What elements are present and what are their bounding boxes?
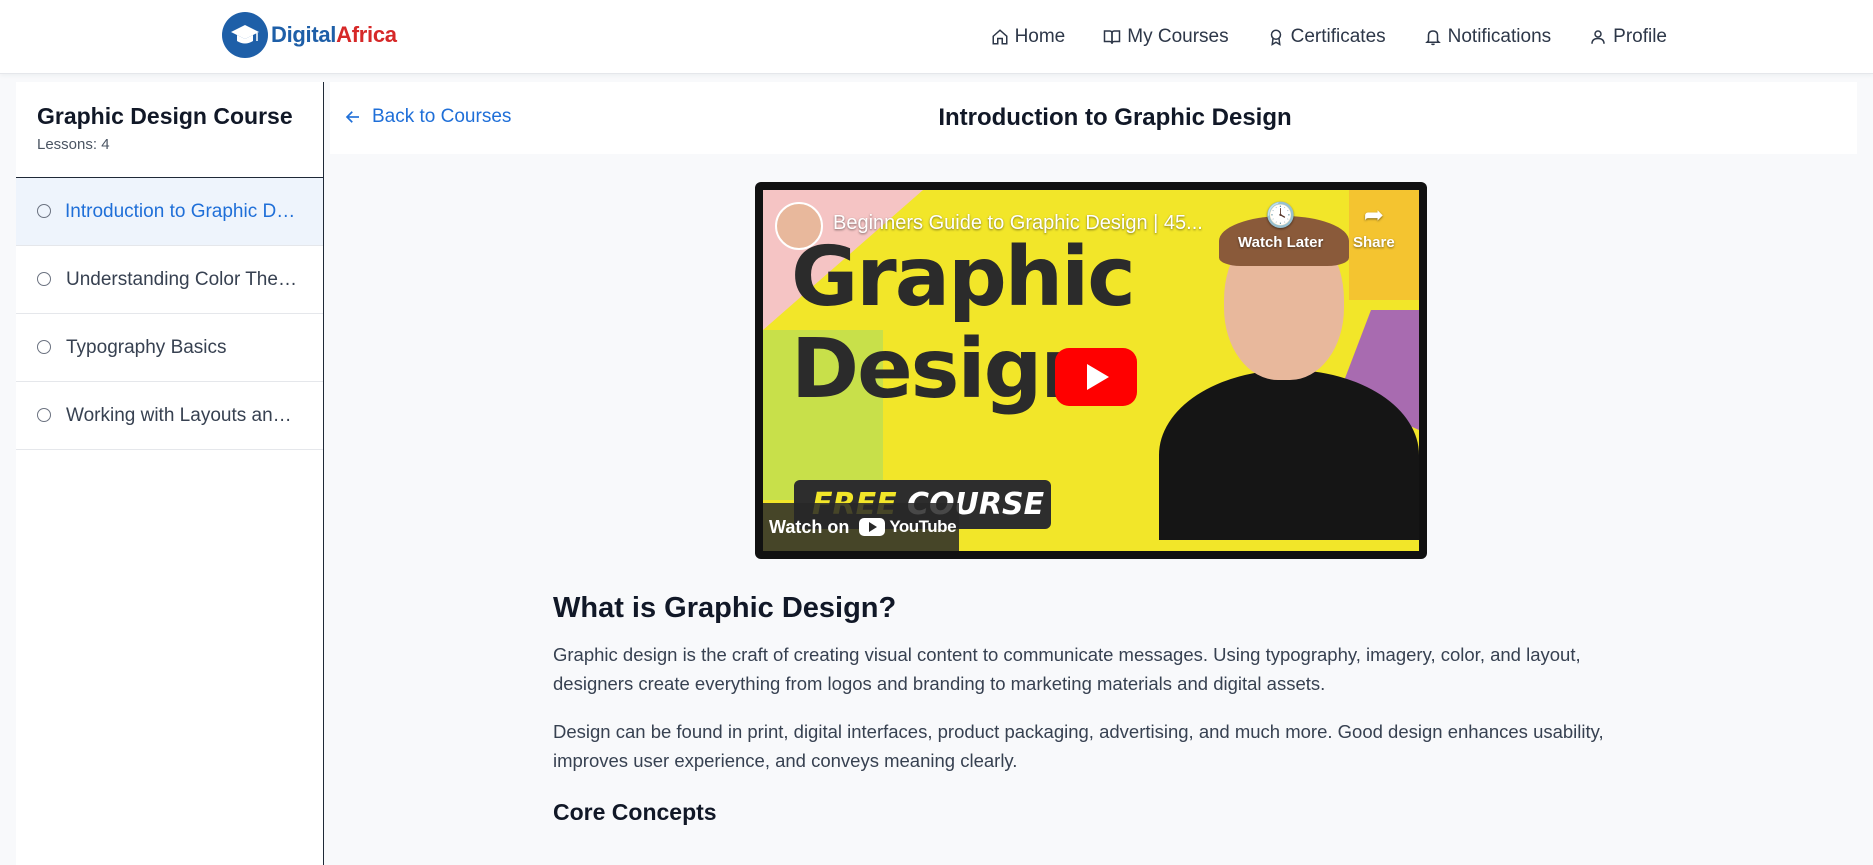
nav-notifications[interactable]: Notifications: [1424, 26, 1552, 48]
sidebar-header: Graphic Design Course Lessons: 4: [16, 82, 323, 178]
course-title: Graphic Design Course: [37, 103, 293, 129]
top-navbar: DigitalAfrica Home My Courses Certificat…: [0, 0, 1873, 74]
content-paragraph: Design can be found in print, digital in…: [553, 721, 1604, 771]
watch-on-youtube-button[interactable]: Watch on YouTube: [763, 503, 959, 551]
nav-home[interactable]: Home: [991, 26, 1066, 48]
brand-name-part1: Digital: [271, 22, 337, 47]
brand-logo[interactable]: DigitalAfrica: [222, 12, 397, 58]
graduation-cap-icon: [222, 12, 268, 58]
share-button[interactable]: ➦ Share: [1353, 202, 1395, 251]
lesson-item-layouts[interactable]: Working with Layouts and Grids: [16, 382, 323, 450]
play-icon: [1087, 364, 1109, 390]
award-icon: [1270, 29, 1281, 46]
nav-certificates[interactable]: Certificates: [1267, 26, 1386, 48]
lesson-status-circle-icon: [37, 203, 51, 218]
video-thumbnail: Graphic Design FREE COURSE Beginners Gui…: [763, 190, 1419, 551]
presenter-image: [1159, 216, 1419, 540]
lesson-content: What is Graphic Design? Graphic design i…: [553, 592, 1633, 826]
lesson-item-typography[interactable]: Typography Basics: [16, 314, 323, 382]
lesson-header: Back to Courses Introduction to Graphic …: [330, 82, 1857, 154]
youtube-label: YouTube: [889, 517, 957, 536]
lesson-label: Typography Basics: [66, 336, 227, 358]
nav-home-label: Home: [1014, 26, 1066, 47]
thumbnail-line1: Graphic: [791, 230, 1136, 325]
bell-icon: [1424, 30, 1441, 46]
nav-links: Home My Courses Certificates Notificatio…: [991, 0, 1667, 74]
lesson-item-intro[interactable]: Introduction to Graphic Design: [16, 178, 323, 246]
youtube-logo: YouTube: [859, 517, 957, 537]
watch-later-label: Watch Later: [1238, 234, 1324, 251]
brand-name: DigitalAfrica: [271, 22, 397, 48]
youtube-play-icon: [859, 518, 886, 536]
user-icon: [1591, 30, 1605, 44]
content-subheading: Core Concepts: [553, 799, 717, 825]
book-icon: [1104, 30, 1121, 44]
channel-avatar[interactable]: [775, 202, 823, 250]
lesson-status-circle-icon: [37, 407, 51, 422]
brand-name-part2: Africa: [336, 22, 397, 47]
content-heading: What is Graphic Design?: [553, 592, 897, 624]
lesson-label: Introduction to Graphic Design: [65, 200, 297, 222]
nav-profile-label: Profile: [1613, 26, 1667, 47]
video-player[interactable]: Graphic Design FREE COURSE Beginners Gui…: [755, 182, 1427, 559]
nav-profile[interactable]: Profile: [1589, 26, 1667, 48]
lesson-sidebar: Graphic Design Course Lessons: 4 Introdu…: [16, 82, 324, 865]
page-title: Introduction to Graphic Design: [938, 104, 1292, 131]
clock-icon: 🕓: [1265, 202, 1296, 229]
nav-my-courses[interactable]: My Courses: [1103, 26, 1229, 48]
lesson-item-color-theory[interactable]: Understanding Color Theory: [16, 246, 323, 314]
lesson-label: Working with Layouts and Grids: [66, 404, 298, 426]
lesson-status-circle-icon: [37, 271, 51, 286]
share-icon: ➦: [1363, 202, 1384, 229]
share-label: Share: [1353, 234, 1395, 251]
lessons-count: Lessons: 4: [37, 136, 110, 153]
play-button[interactable]: [1055, 348, 1137, 406]
lesson-label: Understanding Color Theory: [66, 268, 298, 290]
watch-on-label: Watch on: [769, 516, 850, 537]
nav-certificates-label: Certificates: [1290, 26, 1386, 47]
home-icon: [992, 29, 1008, 45]
watch-later-button[interactable]: 🕓 Watch Later: [1238, 202, 1323, 251]
nav-notifications-label: Notifications: [1447, 26, 1552, 47]
lesson-status-circle-icon: [37, 339, 51, 354]
content-paragraph: Graphic design is the craft of creating …: [553, 644, 1581, 694]
video-title[interactable]: Beginners Guide to Graphic Design | 45..…: [833, 212, 1203, 235]
nav-my-courses-label: My Courses: [1127, 26, 1229, 47]
